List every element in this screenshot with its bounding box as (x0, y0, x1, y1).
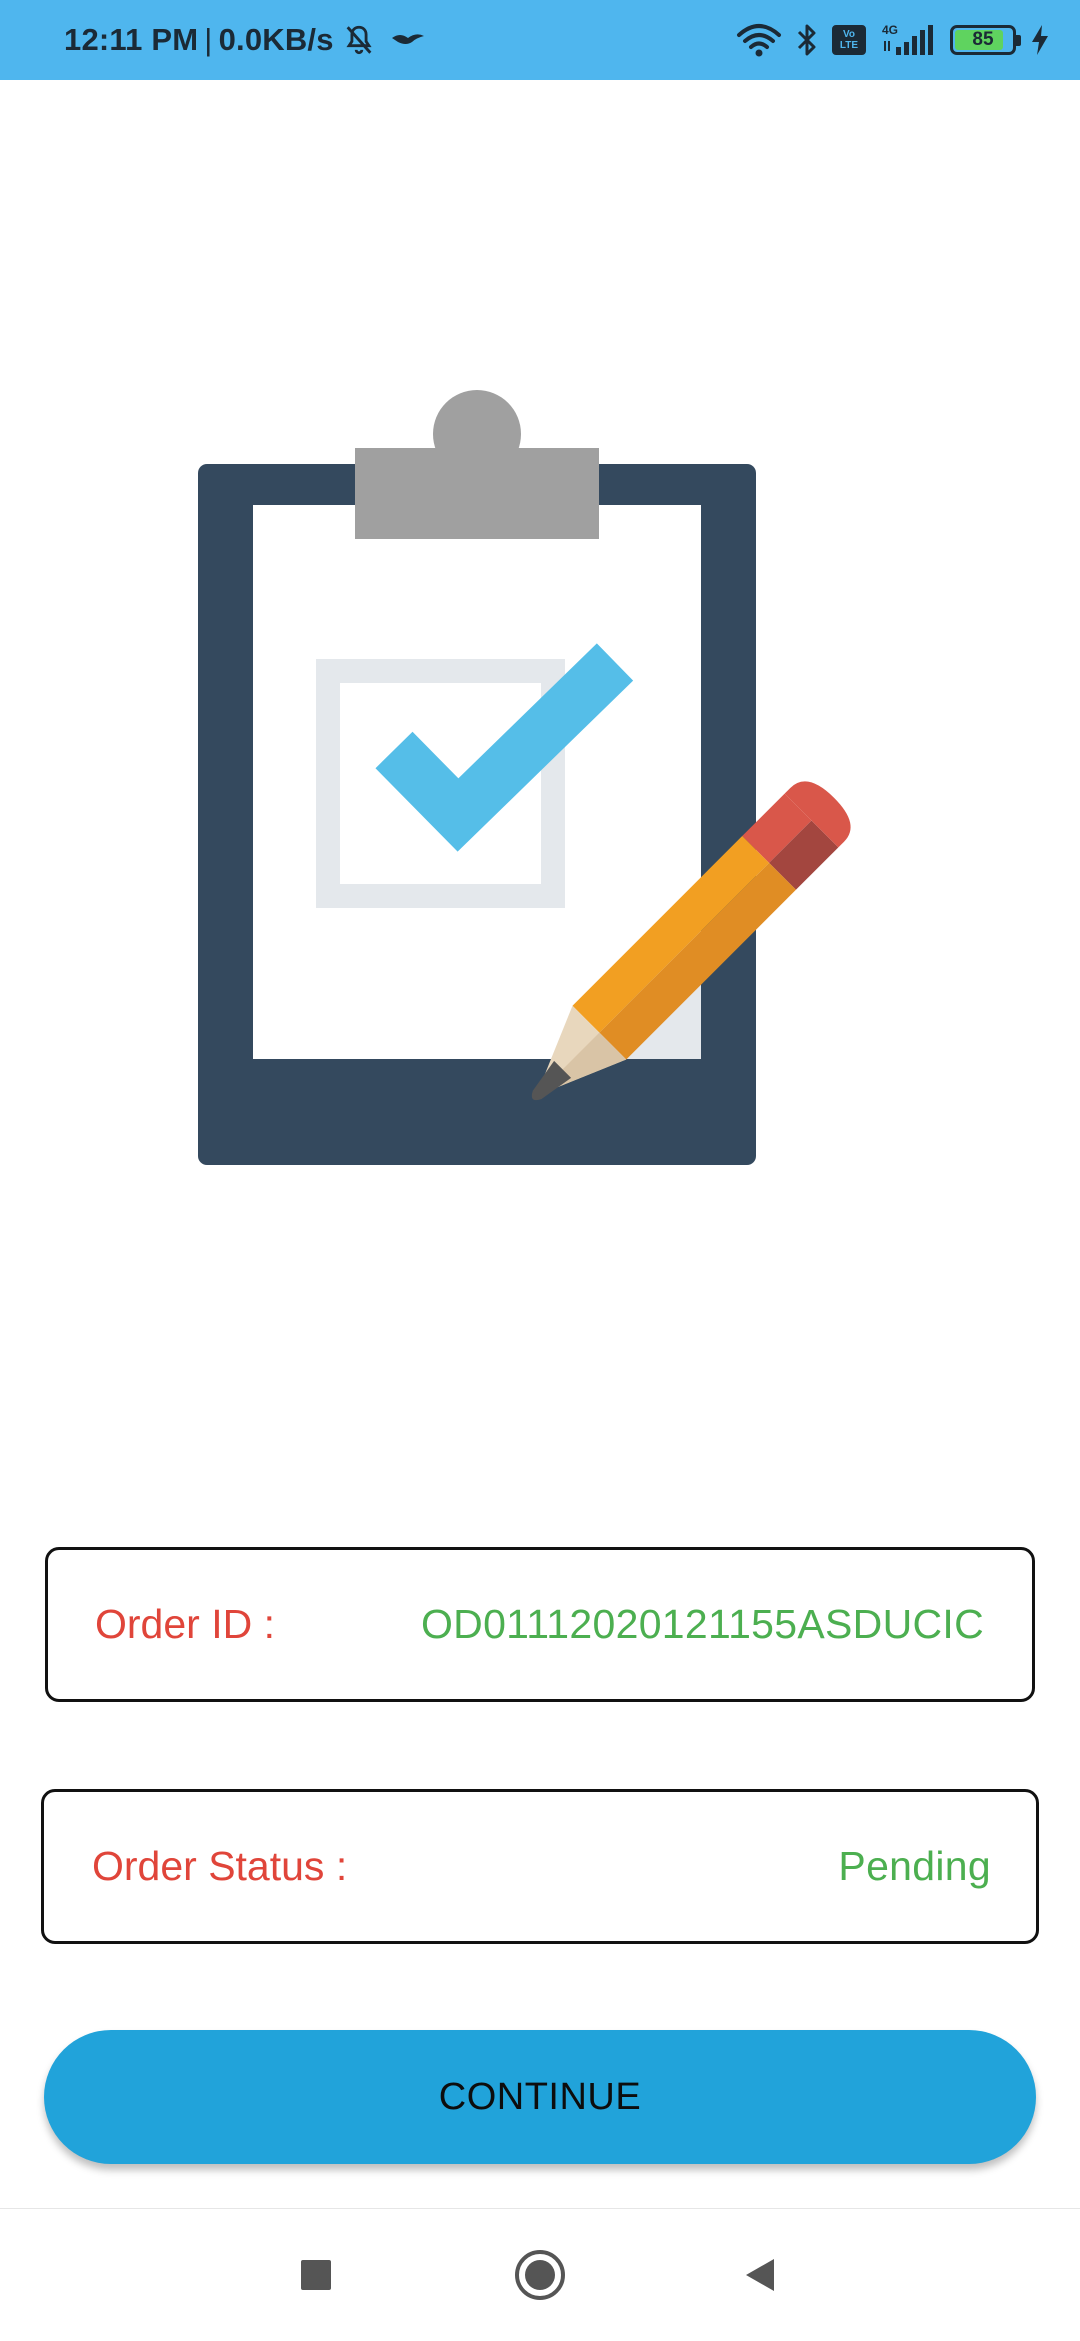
bird-icon (391, 34, 424, 44)
signal-icon: 4G (880, 23, 936, 57)
status-separator: | (204, 22, 213, 57)
back-icon (746, 2259, 774, 2291)
status-bar-left: 12:11 PM | 0.0KB/s (64, 0, 426, 80)
battery-cap (1016, 35, 1021, 46)
clipboard-checklist-illustration (198, 390, 851, 1165)
home-button[interactable] (480, 2209, 600, 2341)
order-id-card: Order ID : OD01112020121155ASDUCIC (45, 1547, 1035, 1702)
home-icon (515, 2250, 565, 2300)
recents-icon (301, 2260, 331, 2290)
volte-line1: Vo (842, 29, 856, 40)
navigation-bar (0, 2208, 1080, 2341)
order-id-value: OD01112020121155ASDUCIC (420, 1601, 984, 1647)
volte-line2: LTE (839, 40, 859, 51)
back-button[interactable] (700, 2209, 820, 2341)
status-bar: 12:11 PM | 0.0KB/s Vo LTE 4G 85 (0, 0, 1080, 80)
battery-icon: 85 (950, 25, 1021, 55)
volte-icon: Vo LTE (832, 25, 866, 55)
continue-button[interactable]: CONTINUE (44, 2030, 1036, 2164)
mute-icon (346, 25, 372, 55)
order-status-value: Pending (838, 1843, 991, 1889)
clip-bar (355, 448, 599, 539)
wifi-icon (737, 24, 781, 57)
status-time: 12:11 PM (64, 22, 199, 57)
charging-icon (1032, 25, 1048, 55)
order-status-card: Order Status : Pending (41, 1789, 1039, 1944)
order-id-label: Order ID : (95, 1601, 275, 1647)
bluetooth-icon (797, 24, 816, 56)
battery-level: 85 (972, 29, 994, 50)
network-speed: 0.0KB/s (218, 22, 334, 57)
status-bar-right: Vo LTE 4G 85 (736, 0, 1050, 80)
order-status-label: Order Status : (92, 1843, 348, 1889)
recents-button[interactable] (256, 2209, 376, 2341)
